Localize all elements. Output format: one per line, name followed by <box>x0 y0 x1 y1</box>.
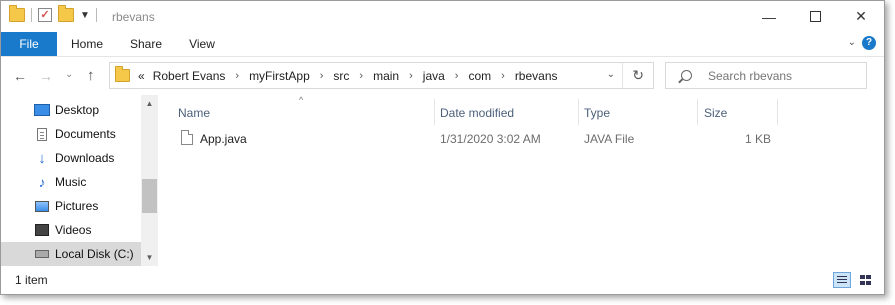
maximize-button[interactable] <box>792 1 838 32</box>
column-header-name[interactable]: Name <box>178 103 210 123</box>
java-file-icon <box>181 130 193 145</box>
large-icons-view-icon[interactable] <box>857 272 875 288</box>
address-divider <box>622 63 623 88</box>
sidebar-item-label: Videos <box>55 223 92 237</box>
column-divider[interactable] <box>777 99 778 125</box>
properties-icon[interactable]: ✓ <box>38 8 52 22</box>
navigation-pane: Desktop Documents ↓ Downloads ♪ Music Pi… <box>1 95 141 266</box>
details-view-icon[interactable] <box>833 272 851 288</box>
toolbar-divider <box>95 8 97 22</box>
breadcrumb: « Robert Evans › myFirstApp › src › main… <box>138 69 560 83</box>
tab-share[interactable]: Share <box>117 32 175 56</box>
refresh-icon[interactable]: ↻ <box>632 67 644 84</box>
column-header-type[interactable]: Type <box>584 103 610 123</box>
status-bar: 1 item <box>1 266 884 294</box>
pictures-icon <box>34 199 50 213</box>
search-input[interactable]: Search rbevans <box>665 62 867 89</box>
column-header-date-modified[interactable]: Date modified <box>440 103 514 123</box>
breadcrumb-item[interactable]: java <box>421 69 447 83</box>
scroll-up-icon[interactable]: ▲ <box>141 95 158 112</box>
column-divider[interactable] <box>578 99 579 125</box>
column-header-size[interactable]: Size <box>704 103 727 123</box>
close-button[interactable]: ✕ <box>838 1 884 32</box>
breadcrumb-separator-icon[interactable]: › <box>401 70 421 82</box>
column-divider[interactable] <box>697 99 698 125</box>
breadcrumb-separator-icon[interactable]: › <box>227 70 247 82</box>
desktop-icon <box>34 103 50 117</box>
breadcrumb-item[interactable]: myFirstApp <box>247 69 312 83</box>
sidebar-item-label: Documents <box>55 127 116 141</box>
title-bar: ✓ ▼ rbevans — ✕ <box>1 1 884 32</box>
customize-toolbar-dropdown-icon[interactable]: ▼ <box>80 10 90 21</box>
documents-icon <box>34 127 50 141</box>
sidebar-scrollbar[interactable]: ▲ ▼ <box>141 95 158 266</box>
forward-arrow-icon[interactable]: → <box>39 68 53 84</box>
column-divider[interactable] <box>434 99 435 125</box>
tab-file[interactable]: File <box>1 32 57 56</box>
overflow-chevron-icon[interactable]: « <box>138 69 145 83</box>
address-dropdown-icon[interactable]: ⌄ <box>607 69 615 80</box>
toolbar-divider <box>31 8 32 22</box>
breadcrumb-item[interactable]: Robert Evans <box>151 69 228 83</box>
folder-icon <box>9 5 25 22</box>
tab-home[interactable]: Home <box>57 32 117 56</box>
breadcrumb-item[interactable]: rbevans <box>513 69 560 83</box>
sidebar-item-music[interactable]: ♪ Music <box>1 170 141 194</box>
close-icon: ✕ <box>855 8 867 24</box>
sidebar-item-pictures[interactable]: Pictures <box>1 194 141 218</box>
breadcrumb-separator-icon[interactable]: › <box>447 70 467 82</box>
scroll-down-icon[interactable]: ▼ <box>141 249 158 266</box>
folder-icon <box>115 66 130 82</box>
scrollbar-thumb[interactable] <box>142 179 157 213</box>
sort-ascending-icon: ^ <box>299 95 304 105</box>
back-arrow-icon[interactable]: ← <box>13 68 27 84</box>
explorer-window: ✓ ▼ rbevans — ✕ File Home Share View ⌄ ?… <box>0 0 885 295</box>
sidebar-item-documents[interactable]: Documents <box>1 122 141 146</box>
breadcrumb-item[interactable]: main <box>371 69 401 83</box>
sidebar-item-label: Music <box>55 175 87 189</box>
sidebar-item-desktop[interactable]: Desktop <box>1 98 141 122</box>
file-row[interactable]: App.java 1/31/2020 3:02 AM JAVA File 1 K… <box>176 127 776 149</box>
sidebar-item-label: Downloads <box>55 151 115 165</box>
downloads-icon: ↓ <box>38 149 46 167</box>
maximize-icon <box>809 11 821 22</box>
recent-locations-chevron-icon[interactable]: ⌄ <box>65 69 73 80</box>
sidebar-item-local-disk[interactable]: Local Disk (C:) <box>1 242 141 266</box>
minimize-icon: — <box>762 8 776 25</box>
videos-icon <box>34 223 50 237</box>
search-icon <box>681 70 692 81</box>
window-title: rbevans <box>112 10 155 24</box>
new-folder-icon[interactable] <box>58 5 74 22</box>
sidebar-item-videos[interactable]: Videos <box>1 218 141 242</box>
expand-ribbon-chevron-icon[interactable]: ⌄ <box>848 37 856 48</box>
music-icon: ♪ <box>38 174 46 190</box>
sidebar-item-label: Desktop <box>55 103 100 117</box>
navigation-bar: ← → ⌄ ↑ « Robert Evans › myFirstApp › sr… <box>1 57 884 95</box>
help-icon[interactable]: ? <box>862 36 876 50</box>
file-size: 1 KB <box>744 132 771 146</box>
local-disk-icon <box>34 247 50 261</box>
breadcrumb-item[interactable]: src <box>331 69 351 83</box>
file-date-modified: 1/31/2020 3:02 AM <box>440 132 541 146</box>
sidebar-item-downloads[interactable]: ↓ Downloads <box>1 146 141 170</box>
search-placeholder: Search rbevans <box>708 68 793 83</box>
breadcrumb-separator-icon[interactable]: › <box>493 70 513 82</box>
up-arrow-icon[interactable]: ↑ <box>87 67 95 84</box>
address-bar[interactable]: « Robert Evans › myFirstApp › src › main… <box>109 62 654 89</box>
breadcrumb-separator-icon[interactable]: › <box>312 70 332 82</box>
tab-view[interactable]: View <box>175 32 229 56</box>
quick-access-toolbar: ✓ ▼ <box>9 5 97 22</box>
file-type: JAVA File <box>584 132 635 146</box>
ribbon-tabs: File Home Share View ⌄ ? <box>1 32 884 57</box>
breadcrumb-item[interactable]: com <box>466 69 493 83</box>
sidebar-item-label: Local Disk (C:) <box>55 247 134 261</box>
breadcrumb-separator-icon[interactable]: › <box>351 70 371 82</box>
file-list: ^ Name Date modified Type Size App.java … <box>158 95 884 266</box>
minimize-button[interactable]: — <box>746 1 792 32</box>
sidebar-item-label: Pictures <box>55 199 99 213</box>
file-name: App.java <box>200 132 247 146</box>
item-count: 1 item <box>15 273 48 287</box>
